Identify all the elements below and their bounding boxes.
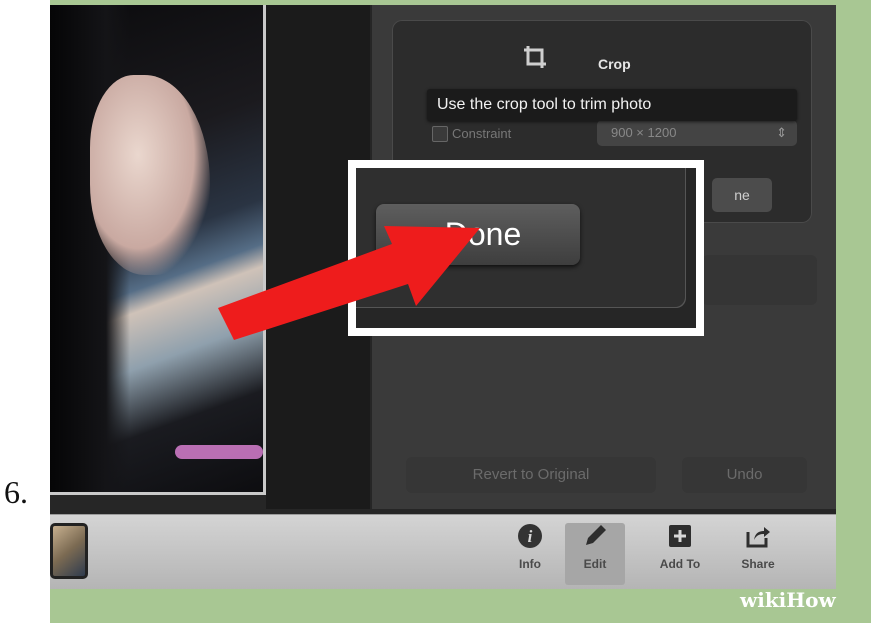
toolbar-add-to-label: Add To [659, 557, 701, 571]
crop-tooltip: Use the crop tool to trim photo [427, 89, 797, 121]
screenshot-frame: Crop Constraint 900 × 1200 ⇕ ne Revert t… [50, 0, 871, 623]
photo-arm-region [90, 75, 210, 275]
toolbar-add-to-button[interactable]: Add To [650, 523, 710, 585]
adjust-section-partial [702, 255, 817, 305]
info-icon: i [518, 524, 542, 548]
toolbar-edit-label: Edit [583, 557, 607, 571]
step-number: 6. [4, 474, 28, 510]
toolbar-share-button[interactable]: Share [728, 523, 788, 585]
toolbar-info-button[interactable]: i Info [500, 523, 560, 585]
toolbar-share-label: Share [741, 557, 775, 571]
constraint-label: Constraint [452, 126, 512, 141]
wikihow-watermark: wikiHow [740, 588, 836, 612]
toolbar-edit-button[interactable]: Edit [565, 523, 625, 585]
app-window: Crop Constraint 900 × 1200 ⇕ ne Revert t… [50, 5, 836, 589]
watermark-how: How [786, 588, 836, 612]
photo-bracelet [175, 445, 263, 459]
watermark-wiki: wiki [740, 588, 787, 612]
plus-icon [669, 525, 691, 547]
constraint-checkbox[interactable] [432, 126, 448, 142]
crop-done-button-partial[interactable]: ne [712, 178, 772, 212]
crop-icon[interactable] [522, 44, 548, 70]
constraint-size-value: 900 × 1200 [611, 125, 677, 140]
undo-button[interactable]: Undo [682, 457, 807, 493]
share-icon [746, 527, 770, 548]
crop-title: Crop [598, 56, 631, 72]
photo-thumbnail[interactable] [50, 523, 88, 579]
select-arrows-icon: ⇕ [776, 125, 787, 140]
svg-text:i: i [528, 527, 533, 546]
bottom-toolbar: i Info Edit Add To Share [50, 514, 836, 589]
red-arrow-icon [218, 226, 480, 340]
pencil-icon [586, 525, 606, 545]
constraint-size-select[interactable]: 900 × 1200 ⇕ [597, 120, 797, 146]
toolbar-info-label: Info [519, 557, 541, 571]
revert-to-original-button[interactable]: Revert to Original [406, 457, 656, 493]
